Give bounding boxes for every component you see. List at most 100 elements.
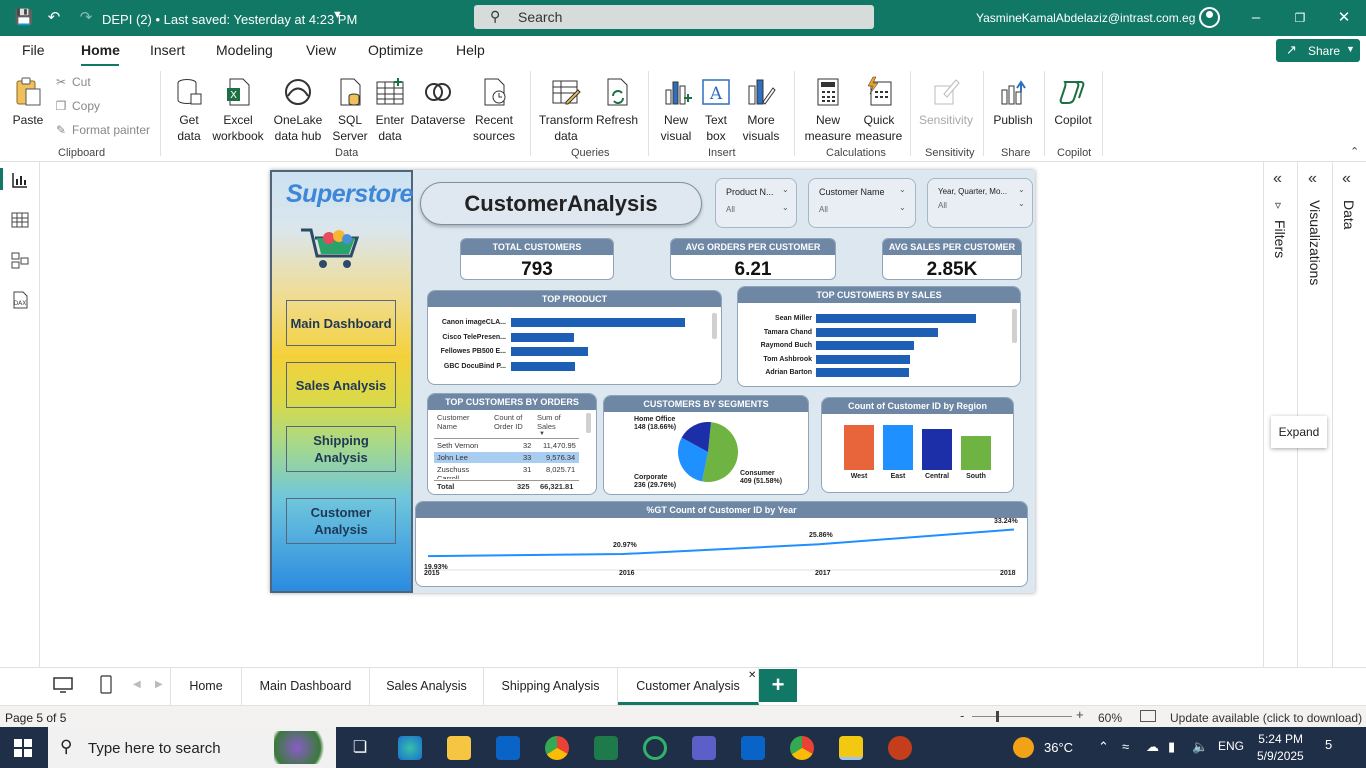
expand-filters-icon[interactable]: « <box>1273 170 1282 188</box>
copilot-button[interactable]: Copilot <box>1052 76 1094 128</box>
menu-view[interactable]: View <box>306 42 336 58</box>
publish-button[interactable]: Publish <box>990 76 1036 128</box>
share-button[interactable]: ↗ Share ▼ <box>1276 39 1360 62</box>
zoom-level[interactable]: 60% <box>1098 711 1122 725</box>
powerpoint-icon[interactable] <box>888 736 912 760</box>
bar[interactable] <box>816 327 938 337</box>
transform-data-button[interactable]: Transform data <box>538 76 594 144</box>
chrome-profile-icon[interactable] <box>790 736 814 760</box>
get-data-button[interactable]: Get data <box>168 76 210 144</box>
bar[interactable] <box>816 368 909 377</box>
visualizations-pane[interactable]: « Visualizations <box>1299 162 1333 667</box>
file-explorer-icon[interactable] <box>447 736 471 760</box>
refresh-app-icon[interactable] <box>643 736 667 760</box>
redo-icon[interactable]: ↷ <box>76 8 96 28</box>
scrollbar[interactable] <box>586 413 591 433</box>
column-bar[interactable] <box>844 425 874 470</box>
menu-modeling[interactable]: Modeling <box>216 42 273 58</box>
column-bar[interactable] <box>922 428 952 470</box>
line-svg[interactable] <box>416 518 1029 588</box>
new-visual-button[interactable]: New visual <box>656 76 696 144</box>
task-view-icon[interactable]: ❏ <box>348 736 372 760</box>
column-header[interactable]: Sum of Sales <box>537 413 571 431</box>
zoom-in-icon[interactable]: + <box>1076 707 1084 722</box>
tab-scroll-left-icon[interactable]: ◀ <box>133 679 141 690</box>
avatar[interactable] <box>1199 7 1220 28</box>
bar[interactable] <box>511 347 588 356</box>
fit-to-page-icon[interactable] <box>1140 710 1156 722</box>
close-tab-icon[interactable]: ✕ <box>748 670 756 681</box>
pie-svg[interactable] <box>676 420 740 484</box>
onelake-button[interactable]: OneLake data hub <box>268 76 328 144</box>
product-name-slicer[interactable]: Product N... ⌄ All ⌄ <box>715 178 797 228</box>
new-measure-button[interactable]: New measure <box>802 76 854 144</box>
zoom-out-icon[interactable]: - <box>960 708 964 723</box>
scrollbar[interactable] <box>712 313 717 339</box>
close-icon[interactable]: ✕ <box>1334 8 1354 28</box>
clock-time[interactable]: 5:24 PM <box>1257 732 1303 746</box>
menu-file[interactable]: File <box>22 42 45 58</box>
sensitivity-button[interactable]: Sensitivity <box>918 76 974 128</box>
sql-server-button[interactable]: SQL Server <box>330 76 370 144</box>
bar[interactable] <box>816 341 914 350</box>
restore-icon[interactable]: ❐ <box>1290 8 1310 28</box>
excel-taskbar-icon[interactable] <box>594 736 618 760</box>
network-icon[interactable]: ☁ <box>1146 739 1159 755</box>
cut-button[interactable]: ✂ Cut <box>54 75 91 89</box>
copy-button[interactable]: ❐ Copy <box>54 99 100 113</box>
search-box[interactable]: ⚲ Search <box>474 5 874 29</box>
minimize-icon[interactable]: – <box>1246 8 1266 28</box>
nav-customer-analysis-button[interactable]: Customer Analysis <box>286 498 396 544</box>
column-bar[interactable] <box>961 436 991 470</box>
model-view-icon[interactable] <box>10 250 30 270</box>
language-indicator[interactable]: ENG <box>1218 739 1244 753</box>
menu-home[interactable]: Home <box>81 42 120 58</box>
undo-icon[interactable]: ↶ <box>44 8 64 28</box>
data-pane[interactable]: « Data <box>1334 162 1366 667</box>
nav-shipping-analysis-button[interactable]: Shipping Analysis <box>286 426 396 472</box>
wifi-icon[interactable]: ≈ <box>1122 739 1129 754</box>
taskbar-search[interactable]: ⚲ Type here to search <box>48 727 336 768</box>
expand-data-icon[interactable]: « <box>1342 170 1351 188</box>
report-view-icon[interactable] <box>10 170 30 190</box>
nav-main-dashboard-button[interactable]: Main Dashboard <box>286 300 396 346</box>
zoom-slider-thumb[interactable] <box>996 711 999 722</box>
bar[interactable] <box>511 318 685 327</box>
enter-data-button[interactable]: Enter data <box>372 76 408 144</box>
bar[interactable] <box>816 314 976 323</box>
excel-workbook-button[interactable]: X Excel workbook <box>210 76 266 144</box>
mobile-layout-icon[interactable] <box>99 674 113 696</box>
outlook-icon[interactable] <box>496 736 520 760</box>
expand-visualizations-icon[interactable]: « <box>1308 170 1317 188</box>
bar[interactable] <box>511 332 574 342</box>
text-box-button[interactable]: A Text box <box>698 76 734 144</box>
collapse-ribbon-icon[interactable]: ⌃ <box>1350 145 1359 158</box>
more-visuals-button[interactable]: More visuals <box>736 76 786 144</box>
column-bar[interactable] <box>883 425 913 470</box>
tab-main-dashboard[interactable]: Main Dashboard <box>242 668 370 705</box>
dax-query-view-icon[interactable]: DAX <box>10 290 30 310</box>
outlook-new-icon[interactable] <box>741 736 765 760</box>
bar[interactable] <box>816 354 911 364</box>
save-icon[interactable]: 💾 <box>14 8 34 28</box>
tab-shipping-analysis[interactable]: Shipping Analysis <box>484 668 618 705</box>
filters-pane[interactable]: « ▿ Filters <box>1264 162 1298 667</box>
format-painter-button[interactable]: ✎ Format painter <box>54 123 150 137</box>
power-bi-icon[interactable] <box>839 736 863 760</box>
menu-optimize[interactable]: Optimize <box>368 42 423 58</box>
chrome-icon[interactable] <box>545 736 569 760</box>
notification-center-icon[interactable]: 5 <box>1325 737 1345 757</box>
teams-icon[interactable] <box>692 736 716 760</box>
refresh-button[interactable]: Refresh <box>596 76 638 128</box>
trend-line[interactable] <box>427 528 1015 558</box>
desktop-layout-icon[interactable] <box>52 676 74 694</box>
battery-icon[interactable]: ▮ <box>1168 739 1175 755</box>
nav-sales-analysis-button[interactable]: Sales Analysis <box>286 362 396 408</box>
column-header[interactable]: Customer Name <box>437 413 487 431</box>
tab-home[interactable]: Home <box>170 668 242 705</box>
customer-name-slicer[interactable]: Customer Name ⌄ All ⌄ <box>808 178 916 228</box>
clock-date[interactable]: 5/9/2025 <box>1257 749 1304 763</box>
paste-button[interactable]: Paste <box>10 76 46 128</box>
recent-sources-button[interactable]: Recent sources <box>466 76 522 144</box>
add-page-button[interactable]: + <box>759 669 797 702</box>
